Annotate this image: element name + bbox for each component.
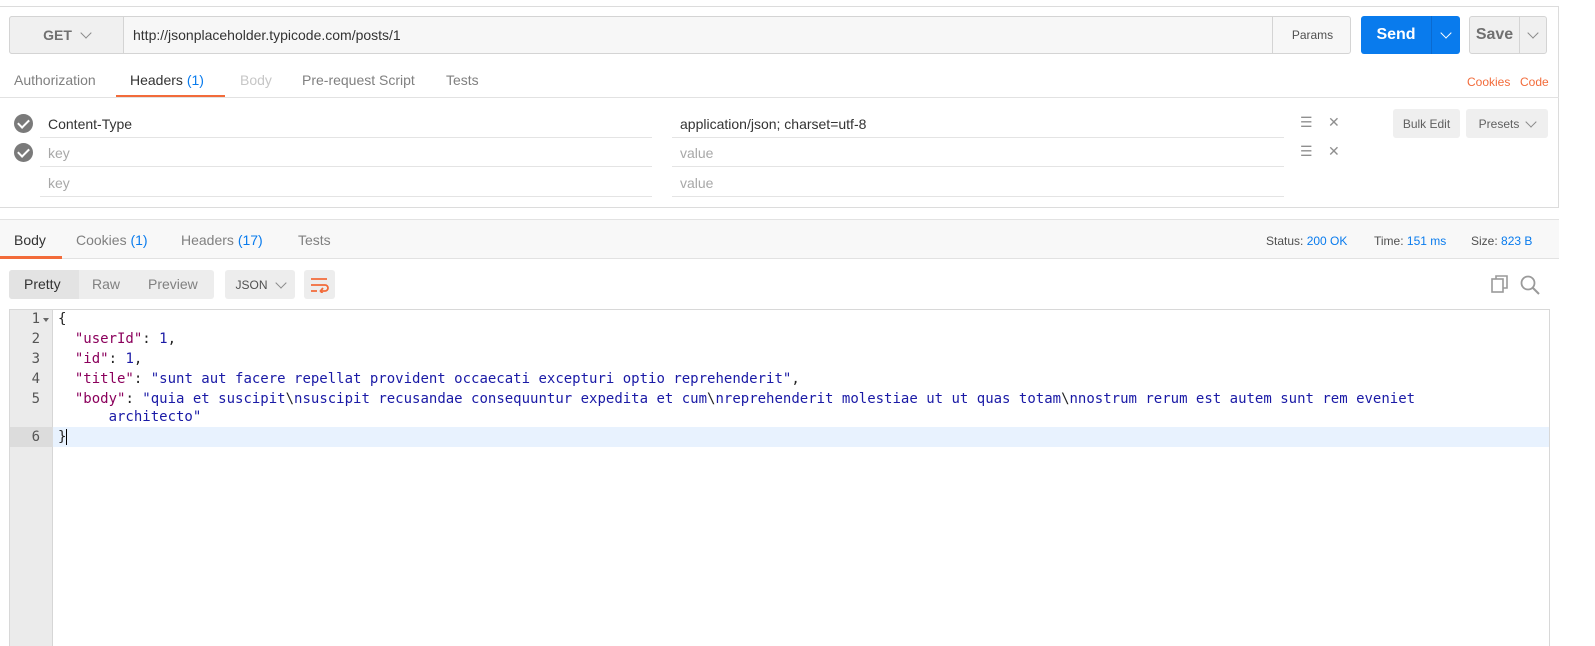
response-tab-headers[interactable]: Headers (17): [181, 232, 263, 248]
headers-count-badge: (1): [186, 72, 204, 88]
line-number: 3: [31, 351, 40, 367]
drag-handle-icon[interactable]: ☰: [1300, 114, 1313, 131]
size-indicator: Size: 823 B: [1471, 234, 1533, 248]
divider: [672, 137, 1284, 138]
line-number: 4: [31, 371, 40, 387]
text-cursor: [66, 429, 67, 445]
divider: [0, 97, 1559, 98]
save-dropdown-button[interactable]: [1519, 16, 1547, 54]
preview-button[interactable]: Preview: [148, 276, 198, 292]
wrap-icon: [310, 277, 329, 293]
divider: [672, 166, 1284, 167]
params-button[interactable]: Params: [1272, 16, 1352, 54]
active-tab-indicator: [0, 256, 62, 259]
line-number: 5: [31, 391, 40, 407]
format-type-select[interactable]: JSON: [225, 270, 295, 299]
pretty-button[interactable]: Pretty: [24, 276, 61, 292]
search-icon[interactable]: [1519, 274, 1541, 296]
presets-button[interactable]: Presets: [1466, 109, 1548, 138]
drag-handle-icon[interactable]: ☰: [1300, 143, 1313, 160]
save-button[interactable]: Save: [1469, 16, 1520, 54]
header-enabled-checkbox[interactable]: [14, 114, 33, 133]
method-label: GET: [43, 27, 72, 43]
code-line: "body": "quia et suscipit\nsuscipit recu…: [74, 391, 1416, 407]
close-icon[interactable]: ✕: [1328, 143, 1340, 160]
line-number: 6: [31, 429, 40, 445]
code-line: "id": 1,: [74, 351, 143, 367]
response-tab-cookies[interactable]: Cookies (1): [76, 232, 148, 248]
divider: [40, 166, 652, 167]
copy-icon[interactable]: [1490, 274, 1510, 294]
code-link[interactable]: Code: [1520, 75, 1549, 89]
chevron-down-icon: [1525, 115, 1538, 128]
response-body-editor[interactable]: [9, 309, 1550, 646]
chevron-down-icon: [274, 276, 287, 289]
tab-body[interactable]: Body: [240, 72, 272, 88]
header-key-input[interactable]: key: [48, 145, 70, 161]
send-button[interactable]: Send: [1361, 16, 1431, 54]
code-line: {: [58, 311, 67, 327]
status-indicator: Status: 200 OK: [1266, 234, 1348, 248]
active-line-highlight: [53, 427, 1549, 447]
cookies-count-badge: (1): [130, 232, 148, 248]
header-value-input[interactable]: value: [680, 175, 713, 191]
header-key-input[interactable]: key: [48, 175, 70, 191]
raw-button[interactable]: Raw: [92, 276, 120, 292]
header-enabled-checkbox[interactable]: [14, 143, 33, 162]
wrap-lines-button[interactable]: [304, 270, 335, 299]
bulk-edit-button[interactable]: Bulk Edit: [1393, 109, 1460, 138]
code-line: architecto": [108, 409, 202, 425]
code-line: "title": "sunt aut facere repellat provi…: [74, 371, 800, 387]
chevron-down-icon: [1527, 27, 1539, 39]
response-tab-body[interactable]: Body: [14, 232, 46, 248]
cookies-link[interactable]: Cookies: [1467, 75, 1510, 89]
divider: [40, 137, 652, 138]
send-dropdown-button[interactable]: [1431, 16, 1460, 54]
chevron-down-icon: [1440, 27, 1452, 39]
tab-pre-request-script[interactable]: Pre-request Script: [302, 72, 415, 88]
time-indicator: Time: 151 ms: [1374, 234, 1447, 248]
header-value-input[interactable]: application/json; charset=utf-8: [680, 116, 866, 132]
close-icon[interactable]: ✕: [1328, 114, 1340, 131]
url-input[interactable]: http://jsonplaceholder.typicode.com/post…: [133, 27, 401, 43]
response-tab-tests[interactable]: Tests: [298, 232, 331, 248]
line-number: 1: [31, 311, 40, 327]
tab-tests[interactable]: Tests: [446, 72, 479, 88]
tab-authorization[interactable]: Authorization: [14, 72, 96, 88]
line-number: 2: [31, 331, 40, 347]
headers-count-badge: (17): [237, 232, 263, 248]
method-select[interactable]: GET: [9, 16, 124, 54]
tab-headers[interactable]: Headers (1): [130, 72, 204, 88]
header-key-input[interactable]: Content-Type: [48, 116, 132, 132]
divider: [672, 196, 1284, 197]
header-value-input[interactable]: value: [680, 145, 713, 161]
chevron-down-icon: [80, 27, 92, 39]
fold-toggle-icon[interactable]: [43, 318, 49, 322]
divider: [40, 196, 652, 197]
code-line: "userId": 1,: [74, 331, 177, 347]
